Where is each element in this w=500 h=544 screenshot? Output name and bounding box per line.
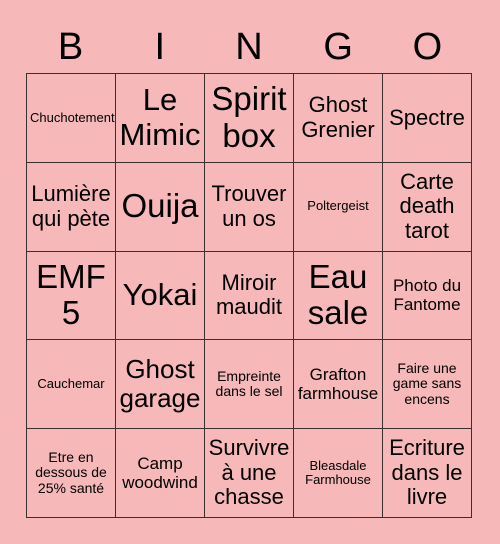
- bingo-cell[interactable]: Grafton farmhouse: [294, 340, 383, 430]
- bingo-cell[interactable]: Ouija: [116, 162, 205, 252]
- bingo-cell-label: Yokai: [122, 277, 198, 313]
- bingo-cell[interactable]: Ghost Grenier: [294, 74, 383, 163]
- bingo-cell-label: Ecriture dans le livre: [389, 435, 465, 510]
- bingo-cell[interactable]: Miroir maudit: [205, 251, 294, 341]
- bingo-cell-label: Spectre: [389, 104, 465, 130]
- bingo-cell[interactable]: Faire une game sans encens: [383, 340, 472, 430]
- bingo-cell[interactable]: Survivre à une chasse: [205, 429, 294, 518]
- bingo-cell[interactable]: Poltergeist: [294, 162, 383, 252]
- bingo-cell-label: Ouija: [121, 187, 199, 225]
- bingo-cell-label: Bleasdale Farmhouse: [305, 457, 371, 488]
- bingo-cell[interactable]: Trouver un os: [205, 162, 294, 252]
- bingo-cell-label: Carte death tarot: [399, 168, 455, 243]
- bingo-card: B I N G O Chuchotement Le Mimic Spirit b…: [0, 0, 500, 544]
- bingo-header-row: B I N G O: [26, 20, 472, 73]
- bingo-cell-label: Camp woodwind: [122, 454, 198, 493]
- bingo-cell-label: Trouver un os: [211, 181, 287, 231]
- bingo-cell[interactable]: Yokai: [116, 251, 205, 341]
- bingo-cell[interactable]: Cauchemar: [27, 340, 116, 430]
- bingo-header-letter-i: I: [154, 25, 166, 68]
- bingo-cell-label: Photo du Fantome: [392, 276, 462, 315]
- bingo-header-letter-g: G: [323, 25, 353, 68]
- bingo-header-letter-n: N: [235, 25, 263, 68]
- bingo-cell[interactable]: Carte death tarot: [383, 162, 472, 252]
- bingo-cell-label: Ghost Grenier: [301, 92, 375, 142]
- bingo-cell-label: Poltergeist: [307, 198, 369, 214]
- bingo-cell-label: Spirit box: [211, 79, 287, 154]
- bingo-cell[interactable]: Empreinte dans le sel: [205, 340, 294, 430]
- bingo-cell-label: Cauchemar: [37, 376, 105, 392]
- bingo-cell-label: Ghost garage: [119, 354, 201, 414]
- bingo-cell-label: Eau sale: [307, 257, 369, 332]
- bingo-cell-label: Faire une game sans encens: [392, 359, 462, 408]
- bingo-cell-label: Grafton farmhouse: [297, 365, 379, 404]
- bingo-cell[interactable]: EMF 5: [27, 251, 116, 341]
- bingo-cell[interactable]: Chuchotement: [27, 74, 116, 163]
- bingo-cell-label: Etre en dessous de 25% santé: [35, 448, 107, 496]
- bingo-cell-label: Chuchotement: [30, 109, 115, 125]
- bingo-cell[interactable]: Spirit box: [205, 74, 294, 163]
- bingo-cell-label: Le Mimic: [119, 82, 201, 152]
- bingo-header-letter-o: O: [412, 25, 443, 68]
- bingo-header-letter-b: B: [57, 25, 84, 68]
- bingo-cell[interactable]: Spectre: [383, 74, 472, 163]
- bingo-cell[interactable]: Bleasdale Farmhouse: [294, 429, 383, 518]
- bingo-grid: Chuchotement Le Mimic Spirit box Ghost G…: [26, 73, 472, 518]
- bingo-cell[interactable]: Lumière qui pète: [27, 162, 116, 252]
- bingo-cell-label: Empreinte dans le sel: [215, 367, 283, 400]
- bingo-cell[interactable]: Eau sale: [294, 251, 383, 341]
- bingo-cell[interactable]: Le Mimic: [116, 74, 205, 163]
- bingo-cell[interactable]: Ghost garage: [116, 340, 205, 430]
- bingo-cell[interactable]: Ecriture dans le livre: [383, 429, 472, 518]
- bingo-cell[interactable]: Etre en dessous de 25% santé: [27, 429, 116, 518]
- bingo-cell[interactable]: Camp woodwind: [116, 429, 205, 518]
- bingo-cell-label: EMF 5: [36, 257, 106, 332]
- bingo-cell[interactable]: Photo du Fantome: [383, 251, 472, 341]
- bingo-cell-label: Miroir maudit: [215, 269, 283, 320]
- bingo-cell-label: Survivre à une chasse: [208, 435, 290, 510]
- bingo-cell-label: Lumière qui pète: [31, 181, 111, 231]
